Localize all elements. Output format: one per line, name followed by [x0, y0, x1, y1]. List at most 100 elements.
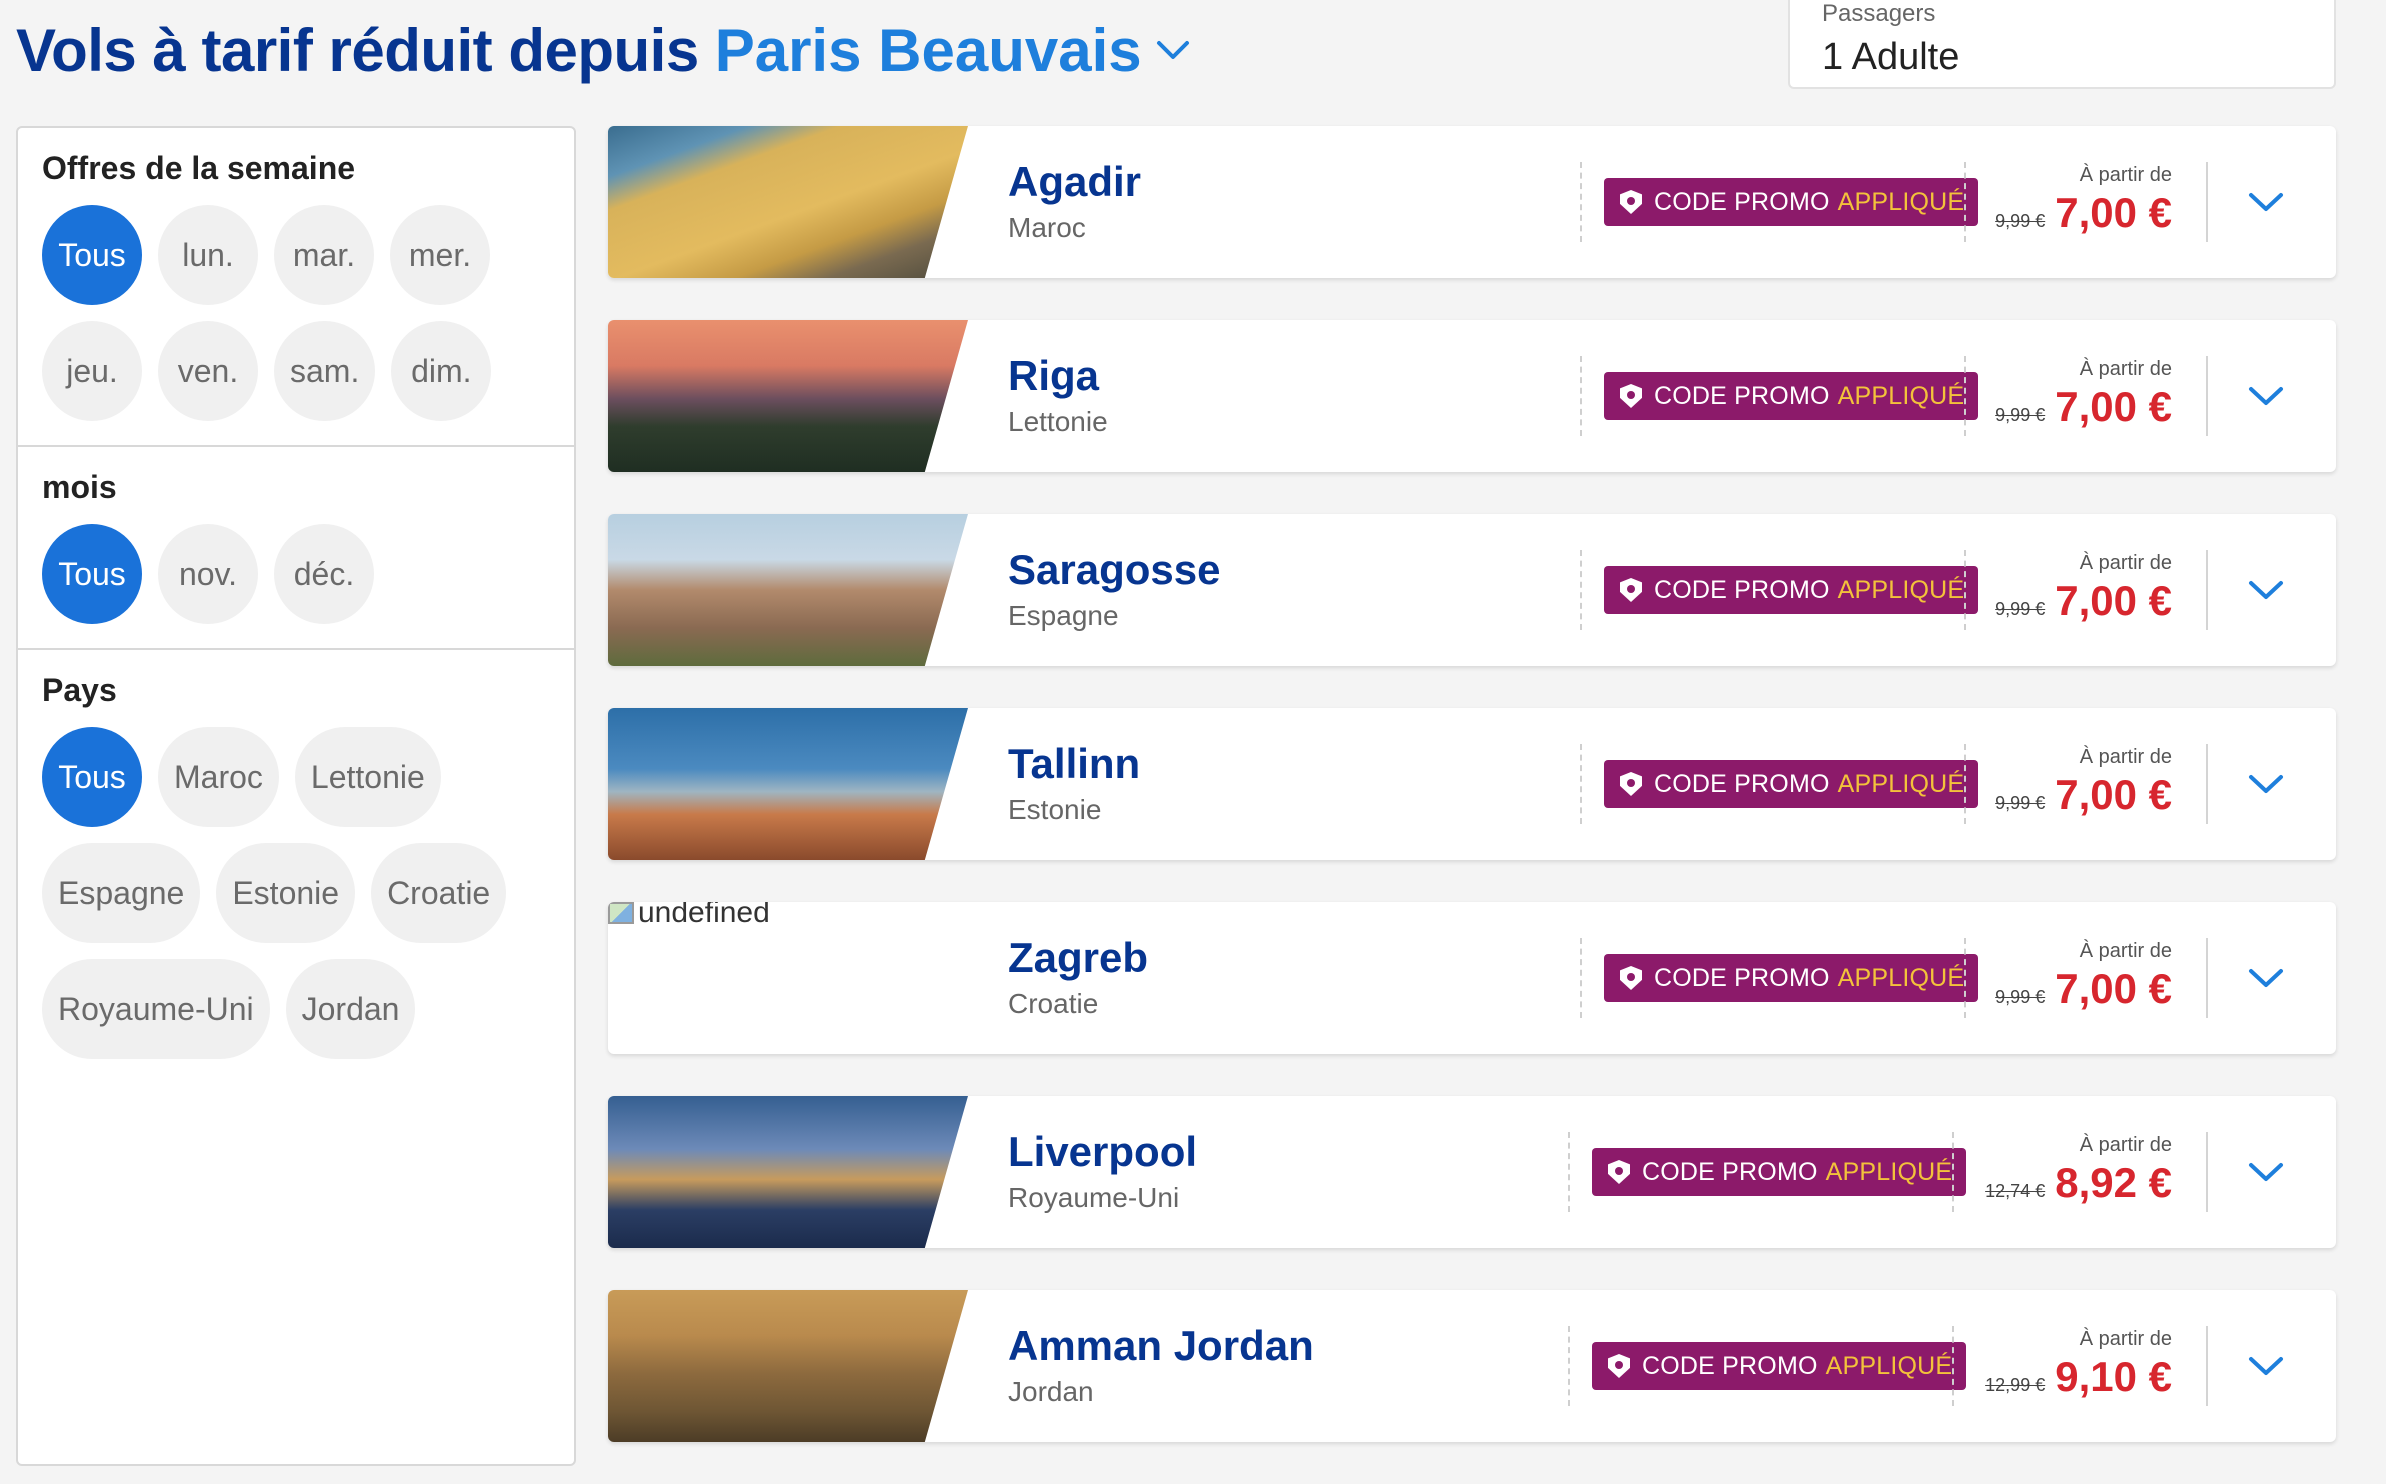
expand-button[interactable]	[2246, 376, 2286, 416]
page-header: Vols à tarif réduit depuis Paris Beauvai…	[16, 0, 1190, 100]
destination-card-riga[interactable]: Riga Lettonie CODE PROMO APPLIQUÉ À part…	[608, 320, 2336, 472]
destination-info: Amman Jordan Jordan	[1008, 1322, 1314, 1408]
divider	[1580, 356, 1582, 436]
price-from-label: À partir de	[2079, 552, 2172, 574]
destination-info: Zagreb Croatie	[1008, 934, 1148, 1020]
price-from-label: À partir de	[2079, 358, 2172, 380]
filter-chip-dec[interactable]: déc.	[274, 524, 374, 624]
passengers-selector[interactable]: Passagers 1 Adulte	[1788, 0, 2336, 89]
destination-city: Saragosse	[1008, 546, 1221, 593]
filter-chip-nov[interactable]: nov.	[158, 524, 258, 624]
destination-card-amman-jordan[interactable]: Amman Jordan Jordan CODE PROMO APPLIQUÉ …	[608, 1290, 2336, 1442]
destination-country: Espagne	[1008, 600, 1119, 631]
filter-chip-mer[interactable]: mer.	[390, 205, 490, 305]
price-from-label: À partir de	[2079, 1328, 2172, 1350]
destination-city: Tallinn	[1008, 740, 1141, 787]
filter-chip-lun[interactable]: lun.	[158, 205, 258, 305]
promo-label: CODE PROMO	[1642, 1351, 1818, 1380]
filter-chip-sam[interactable]: sam.	[274, 321, 376, 421]
expand-button[interactable]	[2246, 1346, 2286, 1386]
destination-country: Lettonie	[1008, 406, 1108, 437]
price-from-label: À partir de	[2079, 1134, 2172, 1156]
destination-city: Zagreb	[1008, 934, 1149, 981]
divider	[2206, 744, 2208, 824]
promo-applied-label: APPLIQUÉ	[1837, 381, 1965, 410]
filter-country-title: Pays	[42, 672, 117, 708]
filter-chip-ven[interactable]: ven.	[158, 321, 258, 421]
expand-button[interactable]	[2246, 958, 2286, 998]
destination-city: Agadir	[1008, 158, 1142, 205]
current-price: 7,00 €	[2055, 771, 2172, 818]
shield-icon	[1608, 1354, 1630, 1378]
current-price: 7,00 €	[2055, 577, 2172, 624]
chevron-down-icon	[2249, 969, 2283, 987]
destination-card-saragosse[interactable]: Saragosse Espagne CODE PROMO APPLIQUÉ À …	[608, 514, 2336, 666]
shield-icon	[1620, 384, 1642, 408]
current-price: 7,00 €	[2055, 965, 2172, 1012]
filter-chip-maroc[interactable]: Maroc	[158, 727, 279, 827]
chevron-down-icon	[2249, 775, 2283, 793]
destination-city: Riga	[1008, 352, 1100, 399]
promo-code-badge: CODE PROMO APPLIQUÉ	[1604, 760, 1979, 808]
divider	[1964, 938, 1966, 1018]
price-from-label: À partir de	[2079, 746, 2172, 768]
broken-image-icon: undefined	[608, 902, 770, 930]
filter-chip-jeu[interactable]: jeu.	[42, 321, 142, 421]
filter-chip-royaume-uni[interactable]: Royaume-Uni	[42, 959, 270, 1059]
filter-country: Pays Tous Maroc Lettonie Espagne Estonie Croa…	[18, 650, 574, 1083]
current-price: 7,00 €	[2055, 189, 2172, 236]
promo-applied-label: APPLIQUÉ	[1825, 1157, 1953, 1186]
filter-chip-tous[interactable]: Tous	[42, 205, 142, 305]
filter-chip-tous[interactable]: Tous	[42, 524, 142, 624]
destination-card-agadir[interactable]: Agadir Maroc CODE PROMO APPLIQUÉ À parti…	[608, 126, 2336, 278]
divider	[1952, 1132, 1954, 1212]
filter-chip-espagne[interactable]: Espagne	[42, 843, 201, 943]
chevron-down-icon	[2249, 387, 2283, 405]
price-block: À partir de 9,99 € 7,00 €	[1995, 746, 2172, 819]
destination-card-tallinn[interactable]: Tallinn Estonie CODE PROMO APPLIQUÉ À pa…	[608, 708, 2336, 860]
filter-chip-croatie[interactable]: Croatie	[371, 843, 507, 943]
divider	[1580, 162, 1582, 242]
origin-selector[interactable]: Paris Beauvais	[715, 16, 1190, 85]
filter-chip-tous[interactable]: Tous	[42, 727, 142, 827]
price-from-label: À partir de	[2079, 164, 2172, 186]
divider	[2206, 162, 2208, 242]
divider	[1952, 1326, 1954, 1406]
chevron-down-icon	[2249, 581, 2283, 599]
filter-chip-mar[interactable]: mar.	[274, 205, 374, 305]
shield-icon	[1620, 966, 1642, 990]
old-price: 12,74 €	[1985, 1181, 2046, 1201]
promo-applied-label: APPLIQUÉ	[1837, 769, 1965, 798]
expand-button[interactable]	[2246, 1152, 2286, 1192]
passengers-label: Passagers	[1822, 0, 1936, 27]
filter-country-chips: Tous Maroc Lettonie Espagne Estonie Croatie Ro…	[42, 727, 550, 1083]
expand-button[interactable]	[2246, 764, 2286, 804]
shield-icon	[1620, 190, 1642, 214]
divider	[2206, 938, 2208, 1018]
filter-chip-dim[interactable]: dim.	[391, 321, 492, 421]
destination-card-liverpool[interactable]: Liverpool Royaume-Uni CODE PROMO APPLIQU…	[608, 1096, 2336, 1248]
old-price: 9,99 €	[1995, 987, 2046, 1007]
promo-applied-label: APPLIQUÉ	[1837, 575, 1965, 604]
promo-code-badge: CODE PROMO APPLIQUÉ	[1592, 1342, 1967, 1390]
image-alt-text: undefined	[638, 902, 770, 929]
destination-card-zagreb[interactable]: undefined Zagreb Croatie CODE PROMO APPL…	[608, 902, 2336, 1054]
current-price: 7,00 €	[2055, 383, 2172, 430]
filter-chip-jordan[interactable]: Jordan	[285, 959, 416, 1059]
expand-button[interactable]	[2246, 570, 2286, 610]
old-price: 9,99 €	[1995, 211, 2046, 231]
current-price: 8,92 €	[2055, 1159, 2172, 1206]
destination-city: Amman Jordan	[1008, 1322, 1314, 1369]
destination-country: Royaume-Uni	[1008, 1182, 1180, 1213]
destination-info: Riga Lettonie	[1008, 352, 1108, 438]
filter-chip-estonie[interactable]: Estonie	[216, 843, 356, 943]
divider	[1964, 162, 1966, 242]
price-block: À partir de 9,99 € 7,00 €	[1995, 552, 2172, 625]
filters-sidebar: Offres de la semaine Tous lun. mar. mer. jeu…	[16, 126, 576, 1466]
old-price: 9,99 €	[1995, 793, 2046, 813]
divider	[1568, 1132, 1570, 1212]
shield-icon	[1608, 1160, 1630, 1184]
filter-chip-lettonie[interactable]: Lettonie	[294, 727, 441, 827]
destination-info: Saragosse Espagne	[1008, 546, 1220, 632]
expand-button[interactable]	[2246, 182, 2286, 222]
